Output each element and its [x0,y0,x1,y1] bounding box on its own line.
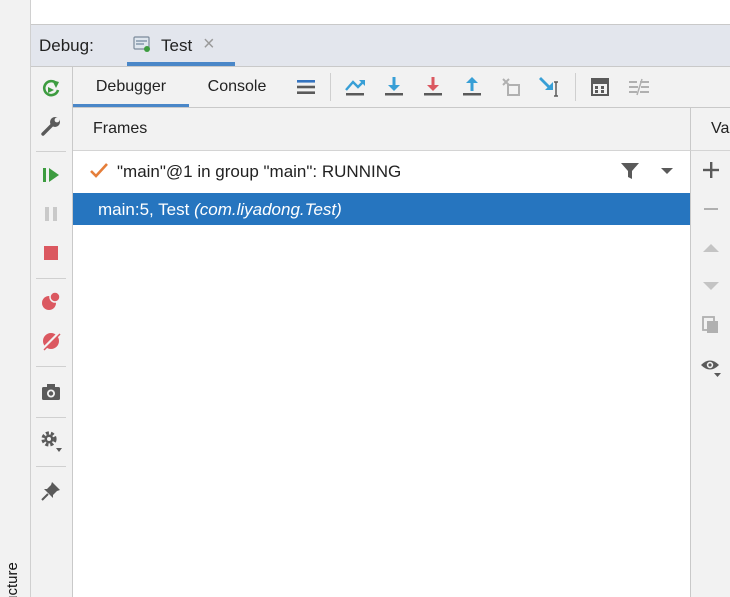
debug-title: Debug: [39,36,94,55]
toolbar-separator [330,73,331,101]
tab-console[interactable]: Console [189,67,285,107]
tab-console-label: Console [207,78,267,95]
toolbar-separator [36,278,66,279]
gear-icon[interactable] [39,429,63,453]
step-out-icon[interactable] [460,75,484,99]
mute-breakpoints-icon[interactable] [39,329,63,353]
toolbar-separator [575,73,576,101]
pause-icon[interactable] [39,202,63,226]
toolbar-separator [36,466,66,467]
thread-label: "main"@1 in group "main": RUNNING [117,162,402,181]
frames-list: "main"@1 in group "main": RUNNING main:5… [73,151,690,597]
view-breakpoints-icon[interactable] [39,289,63,313]
debug-window: Structure Debug: Test × Debugger Console… [0,0,730,597]
show-execution-point-icon[interactable] [343,75,367,99]
copy-icon[interactable] [699,313,723,337]
step-over-icon[interactable] [382,75,406,99]
tab-debugger[interactable]: Debugger [73,67,189,107]
stop-icon[interactable] [39,241,63,265]
structure-tool-button[interactable]: Structure [2,562,24,597]
debug-tool-window-header: Debug: Test × [31,25,730,67]
application-icon [133,36,151,52]
watch-icon[interactable] [699,355,723,379]
variables-title: Va [711,120,730,137]
debugger-toolbar: Debugger Console [73,67,730,108]
tab-active-indicator [73,104,189,107]
debug-session-tab-label: Test [161,36,193,55]
debug-side-toolbar [31,67,73,597]
evaluate-expression-icon[interactable] [588,75,612,99]
tab-debugger-label: Debugger [95,78,167,95]
frames-panel-header: Frames [73,108,690,151]
frame-package: (com.liyadong.Test) [194,200,342,219]
structure-tool-strip: Structure [0,0,31,597]
frame-location: main:5, Test [98,200,195,219]
variables-panel-header: Va [690,108,730,151]
variables-toolbar [690,151,730,597]
drop-frame-icon[interactable] [499,75,523,99]
filter-icon[interactable] [619,160,641,182]
camera-icon[interactable] [39,380,63,404]
tab-active-indicator [127,62,235,66]
debug-session-tab[interactable]: Test × [127,25,235,66]
rerun-icon[interactable] [39,77,63,101]
settings-wrench-icon[interactable] [39,114,63,138]
chevron-down-icon[interactable] [658,163,676,179]
checkmark-icon [89,160,109,180]
trace-icon[interactable] [627,75,651,99]
remove-icon[interactable] [699,197,723,221]
close-icon[interactable]: × [203,34,215,54]
move-down-icon[interactable] [699,274,723,298]
resume-icon[interactable] [39,163,63,187]
run-to-cursor-icon[interactable] [538,75,562,99]
stack-frame-row[interactable]: main:5, Test (com.liyadong.Test) [73,193,690,225]
pin-icon[interactable] [39,479,63,503]
layout-menu-icon[interactable] [294,75,318,99]
stack-frame-label: main:5, Test (com.liyadong.Test) [98,200,342,220]
move-up-icon[interactable] [699,236,723,260]
force-step-into-icon[interactable] [421,75,445,99]
toolbar-separator [36,151,66,152]
toolbar-separator [36,366,66,367]
thread-selector[interactable]: "main"@1 in group "main": RUNNING [73,151,690,191]
toolbar-separator [36,417,66,418]
add-icon[interactable] [699,158,723,182]
editor-area [31,0,730,25]
frames-title: Frames [93,120,148,137]
